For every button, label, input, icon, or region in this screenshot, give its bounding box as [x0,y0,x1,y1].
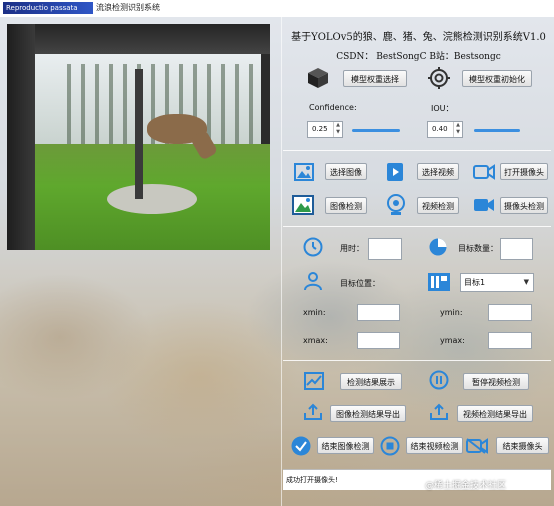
status-bar: 成功打开摄像头! [283,469,551,490]
cube-icon [308,68,328,88]
time-field [368,238,402,260]
status-message: 成功打开摄像头! [286,476,338,484]
video-camera-icon [474,199,494,211]
ymin-field [488,304,532,321]
confidence-value: 0.25 [312,125,328,133]
export-image-icon [304,403,322,420]
end-camera-button[interactable]: 结束摄像头 [496,437,549,454]
iou-value: 0.40 [432,125,448,133]
camera-off-icon [466,438,488,454]
video-detect-button[interactable]: 视频检测 [417,197,459,214]
person-location-icon [304,272,322,291]
page-subtitle: CSDN： BestSongC B站：Bestsongc [336,52,501,62]
video-rock [107,184,197,214]
iou-slider[interactable] [474,129,520,132]
target-count-field [500,238,533,260]
camera-icon [473,164,495,180]
app-logo: Reproductio passata [3,2,93,14]
ymax-label: ymax: [440,336,465,345]
export-video-results-button[interactable]: 视频检测结果导出 [457,405,533,422]
target-position-label: 目标位置： [340,279,380,288]
webcam-icon [387,194,405,215]
pie-chart-icon [429,238,447,256]
target-icon [428,67,450,89]
confidence-slider[interactable] [352,129,400,132]
end-video-detect-button[interactable]: 结束视频检测 [406,437,463,454]
video-frame-top [7,24,270,54]
page-title: 基于YOLOv5的狼、鹿、猪、兔、浣熊检测识别系统V1.0 [291,32,546,43]
video-file-icon [387,163,403,181]
pause-video-button[interactable]: 暂停视频检测 [463,373,529,390]
show-results-button[interactable]: 检测结果展示 [340,373,402,390]
clock-icon [303,237,323,257]
panel-divider [281,17,282,506]
export-video-icon [430,403,448,420]
iou-spinbox[interactable]: 0.40 ▲ ▼ [427,121,463,138]
confidence-label: Confidence: [309,103,357,112]
watermark: @稀土掘金技术社区 [425,481,507,491]
window-title: 流浪检测识别系统 [96,3,160,12]
time-label: 用时： [340,244,364,253]
chevron-down-icon[interactable]: ▼ [524,274,529,291]
select-video-button[interactable]: 选择视频 [417,163,459,180]
target-count-label: 目标数量： [458,244,498,253]
open-camera-button[interactable]: 打开摄像头 [500,163,548,180]
camera-detect-button[interactable]: 摄像头检测 [500,197,548,214]
layout-icon [428,273,450,291]
model-init-button[interactable]: 模型权重初始化 [462,70,532,87]
ymin-label: ymin: [440,308,463,317]
xmax-field [357,332,400,349]
check-circle-icon [291,436,311,456]
pause-icon [429,370,449,390]
select-image-button[interactable]: 选择图像 [325,163,367,180]
spin-arrows-icon[interactable]: ▲ ▼ [453,122,462,137]
section-divider [283,150,551,151]
xmax-label: xmax: [303,336,328,345]
iou-label: IOU： [431,104,454,113]
ymax-field [488,332,532,349]
xmin-label: xmin: [303,308,326,317]
confidence-spinbox[interactable]: 0.25 ▲ ▼ [307,121,343,138]
video-frame-left [7,24,35,250]
image-icon [294,163,314,181]
title-bar: Reproductio passata 流浪检测识别系统 [0,0,554,18]
spin-arrows-icon[interactable]: ▲ ▼ [333,122,342,137]
section-divider [283,360,551,361]
target-select-value: 目标1 [464,278,486,287]
export-image-results-button[interactable]: 图像检测结果导出 [330,405,406,422]
video-post [135,69,143,199]
target-select[interactable]: 目标1 ▼ [460,273,534,292]
line-chart-icon [304,372,324,390]
model-select-button[interactable]: 模型权重选择 [343,70,407,87]
section-divider [283,226,551,227]
video-display [7,24,270,250]
end-image-detect-button[interactable]: 结束图像检测 [317,437,374,454]
stop-circle-icon [380,436,400,456]
image-detect-button[interactable]: 图像检测 [325,197,367,214]
xmin-field [357,304,400,321]
image-detect-icon [292,195,314,215]
